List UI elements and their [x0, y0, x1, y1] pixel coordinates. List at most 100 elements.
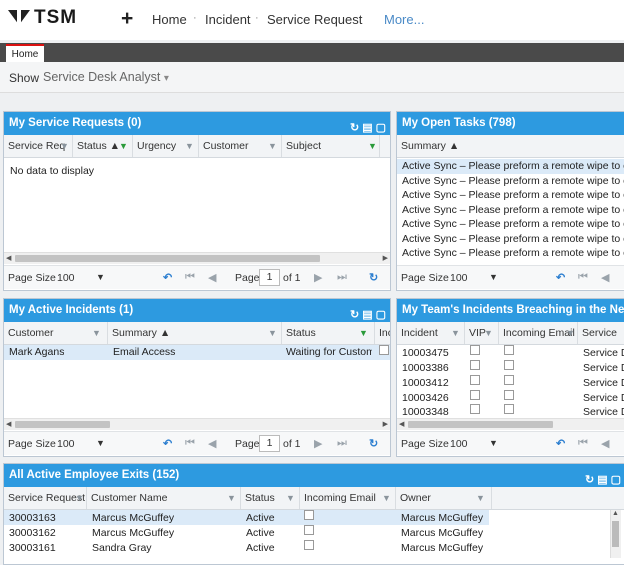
scroll-thumb[interactable] — [15, 421, 110, 428]
scroll-thumb[interactable] — [15, 255, 320, 262]
table-cell-service[interactable]: Service De — [583, 377, 624, 389]
table-cell-customer-name[interactable]: Marcus McGuffey — [92, 527, 174, 539]
nav-service-request[interactable]: Service Request — [267, 12, 362, 27]
scroll-left-icon[interactable]: ◀ — [6, 419, 11, 430]
first-page-icon[interactable]: ⏮ — [185, 437, 195, 450]
column-header-incoming-email[interactable]: Incoming Email ▼ — [300, 487, 396, 509]
filter-icon[interactable]: ▼ — [484, 322, 493, 344]
workspace-select[interactable]: Service Desk Analyst ▾ — [43, 70, 169, 84]
nav-more[interactable]: More... — [384, 12, 424, 27]
column-header-service-req[interactable]: Service Req ▼ — [4, 135, 73, 157]
column-header-owner[interactable]: Owner ▼ — [396, 487, 492, 509]
table-cell-service-request[interactable]: 30003163 — [9, 512, 56, 524]
table-cell-owner[interactable]: Marcus McGuffey — [401, 527, 483, 539]
table-cell-incident[interactable]: 10003412 — [402, 377, 449, 389]
table-cell-status[interactable]: Waiting for Custom... — [286, 346, 372, 358]
prev-page-icon[interactable]: ◀ — [601, 271, 609, 284]
scroll-thumb[interactable] — [408, 421, 553, 428]
filter-icon[interactable]: ▼ — [185, 135, 194, 157]
column-header-subject[interactable]: Subject ▼ — [282, 135, 380, 157]
filter-icon[interactable]: ▼ — [268, 322, 277, 344]
list-item[interactable]: Active Sync – Please preform a remote wi… — [402, 204, 624, 216]
table-cell-incident[interactable]: 10003426 — [402, 392, 449, 404]
plus-icon[interactable]: + — [121, 7, 133, 31]
filter-icon[interactable]: ▼ — [359, 322, 368, 344]
filter-icon[interactable]: ▼ — [119, 135, 128, 157]
column-header-summary[interactable]: Summary ▲ — [397, 135, 624, 157]
table-cell-summary[interactable]: Email Access — [113, 346, 175, 358]
page-size-select[interactable]: 100 — [57, 438, 75, 450]
prev-page-icon[interactable]: ◀ — [208, 271, 216, 284]
last-page-icon[interactable]: ⏭ — [337, 437, 347, 450]
incoming-email-checkbox[interactable] — [304, 540, 314, 550]
vip-checkbox[interactable] — [470, 390, 480, 400]
row-checkbox[interactable] — [379, 345, 389, 355]
horizontal-scrollbar[interactable]: ◀ ▶ — [4, 418, 390, 430]
list-item[interactable]: Active Sync – Please preform a remote wi… — [402, 218, 624, 230]
table-cell-incident[interactable]: 10003386 — [402, 362, 449, 374]
incoming-email-checkbox[interactable] — [504, 375, 514, 385]
undo-icon[interactable]: ↶ — [556, 437, 565, 450]
table-cell-service[interactable]: Service De — [583, 392, 624, 404]
vertical-scrollbar[interactable]: ▲ — [610, 510, 621, 558]
incoming-email-checkbox[interactable] — [504, 390, 514, 400]
scroll-left-icon[interactable]: ◀ — [6, 253, 11, 264]
incoming-email-checkbox[interactable] — [504, 360, 514, 370]
table-cell-customer[interactable]: Mark Agans — [9, 346, 64, 358]
table-cell-customer-name[interactable]: Sandra Gray — [92, 542, 152, 554]
table-cell-service-request[interactable]: 30003161 — [9, 542, 56, 554]
vip-checkbox[interactable] — [470, 404, 480, 414]
last-page-icon[interactable]: ⏭ — [337, 271, 347, 284]
column-header-service[interactable]: Service — [578, 322, 624, 344]
filter-icon[interactable]: ▼ — [92, 322, 101, 344]
column-header-customer[interactable]: Customer ▼ — [199, 135, 282, 157]
table-cell-incident[interactable]: 10003348 — [402, 406, 449, 418]
horizontal-scrollbar[interactable]: ◀ ▶ — [4, 252, 390, 264]
nav-home[interactable]: Home — [152, 12, 187, 27]
prev-page-icon[interactable]: ◀ — [601, 437, 609, 450]
filter-icon[interactable]: ▼ — [60, 135, 69, 157]
table-cell-incident[interactable]: 10003475 — [402, 347, 449, 359]
column-header-urgency[interactable]: Urgency ▼ — [133, 135, 199, 157]
table-cell-status[interactable]: Active — [246, 542, 275, 554]
filter-icon[interactable]: ▼ — [227, 487, 236, 509]
column-header-status[interactable]: Status ▼ — [282, 322, 375, 344]
incoming-email-checkbox[interactable] — [504, 404, 514, 414]
column-header-customer[interactable]: Customer ▼ — [4, 322, 108, 344]
column-header-service-request[interactable]: Service Request ▼ — [4, 487, 87, 509]
filter-icon[interactable]: ▼ — [566, 322, 575, 344]
horizontal-scrollbar[interactable]: ◀ — [397, 418, 624, 430]
column-header-incoming-email[interactable]: Incoming Email ▼ — [499, 322, 578, 344]
table-cell-status[interactable]: Active — [246, 527, 275, 539]
filter-icon[interactable]: ▼ — [382, 487, 391, 509]
column-header-customer-name[interactable]: Customer Name ▼ — [87, 487, 241, 509]
incoming-email-checkbox[interactable] — [504, 345, 514, 355]
undo-icon[interactable]: ↶ — [163, 271, 172, 284]
vip-checkbox[interactable] — [470, 375, 480, 385]
scroll-right-icon[interactable]: ▶ — [383, 253, 388, 264]
filter-icon[interactable]: ▼ — [268, 135, 277, 157]
list-item[interactable]: Active Sync – Please preform a remote wi… — [402, 160, 624, 172]
table-cell-service[interactable]: Service De — [583, 406, 624, 418]
first-page-icon[interactable]: ⏮ — [185, 271, 195, 284]
scroll-right-icon[interactable]: ▶ — [383, 419, 388, 430]
chevron-down-icon[interactable]: ▼ — [489, 272, 498, 282]
scroll-thumb[interactable] — [612, 521, 619, 547]
tsm-logo[interactable]: TSM — [8, 6, 98, 32]
column-header-vip[interactable]: VIP ▼ — [465, 322, 499, 344]
table-cell-customer-name[interactable]: Marcus McGuffey — [92, 512, 174, 524]
incoming-email-checkbox[interactable] — [304, 525, 314, 535]
filter-icon[interactable]: ▼ — [368, 135, 377, 157]
prev-page-icon[interactable]: ◀ — [208, 437, 216, 450]
page-size-select[interactable]: 100 — [450, 438, 468, 450]
table-cell-service-request[interactable]: 30003162 — [9, 527, 56, 539]
page-input[interactable]: 1 — [259, 269, 280, 286]
refresh-icon[interactable]: ↻ — [369, 437, 378, 450]
filter-icon[interactable]: ▼ — [286, 487, 295, 509]
next-page-icon[interactable]: ▶ — [314, 271, 322, 284]
column-header-summary[interactable]: Summary ▲ ▼ — [108, 322, 282, 344]
refresh-icon[interactable]: ↻ — [369, 271, 378, 284]
first-page-icon[interactable]: ⏮ — [578, 437, 588, 450]
filter-icon[interactable]: ▼ — [476, 487, 485, 509]
column-header-status[interactable]: Status ▼ — [241, 487, 300, 509]
